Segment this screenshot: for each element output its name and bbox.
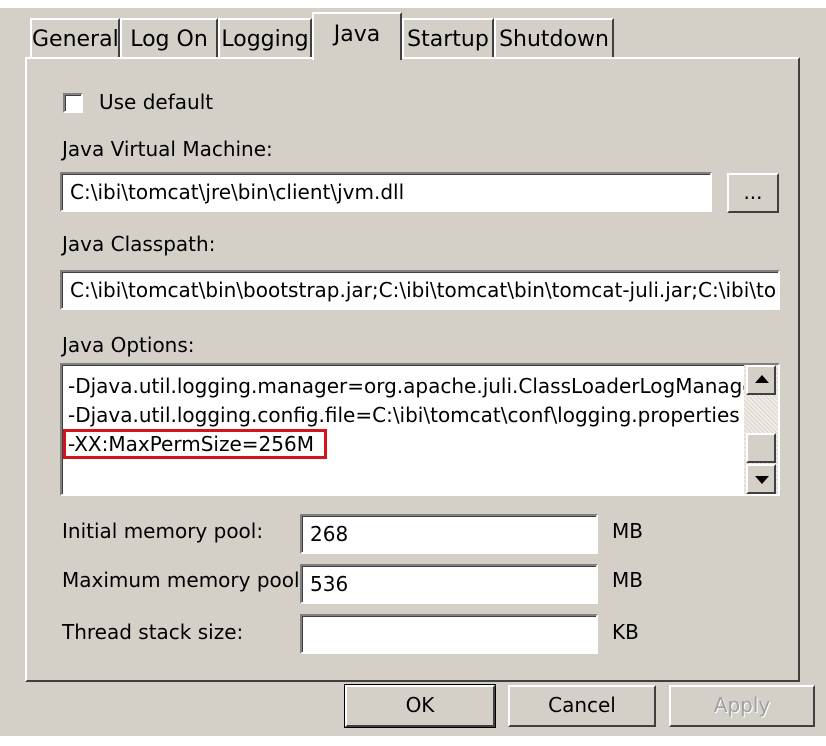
use-default-label[interactable]: Use default [99, 90, 213, 114]
classpath-field[interactable]: C:\ibi\tomcat\bin\bootstrap.jar;C:\ibi\t… [60, 270, 780, 310]
tab-logging[interactable]: Logging [218, 18, 312, 58]
java-option-line: -Djava.util.logging.config.file=C:\ibi\t… [68, 403, 740, 427]
tab-log-on[interactable]: Log On [120, 18, 218, 58]
cancel-button[interactable]: Cancel [508, 685, 656, 727]
apply-button[interactable]: Apply [669, 685, 815, 727]
java-options-scrollbar[interactable] [744, 365, 778, 494]
arrow-up-icon [755, 375, 769, 383]
tab-general[interactable]: General [30, 18, 120, 58]
tab-java-label: Java [333, 22, 381, 47]
ok-button[interactable]: OK [344, 684, 496, 728]
jvm-label: Java Virtual Machine: [62, 137, 273, 161]
tab-shutdown-label: Shutdown [499, 27, 609, 52]
tab-log-on-label: Log On [130, 27, 208, 52]
classpath-label: Java Classpath: [62, 232, 216, 256]
tab-shutdown[interactable]: Shutdown [494, 18, 614, 58]
cancel-label: Cancel [548, 693, 616, 717]
browse-jvm-button[interactable]: ... [727, 173, 779, 213]
apply-label: Apply [713, 693, 771, 717]
arrow-down-icon [755, 476, 769, 484]
ok-label: OK [405, 693, 435, 717]
thread-stack-field[interactable] [300, 614, 598, 654]
java-option-line: -Djava.util.logging.manager=org.apache.j… [68, 374, 761, 398]
maximum-memory-label: Maximum memory pool: [62, 568, 307, 592]
top-margin [0, 0, 826, 8]
maximum-memory-unit: MB [612, 568, 643, 592]
java-options-textarea[interactable]: -Djava.util.logging.manager=org.apache.j… [60, 363, 780, 496]
highlight-box [63, 429, 327, 459]
browse-jvm-label: ... [743, 180, 763, 204]
jvm-path-field[interactable]: C:\ibi\tomcat\jre\bin\client\jvm.dll [60, 172, 712, 212]
service-properties-dialog: General Log On Logging Java Startup Shut… [0, 0, 826, 746]
maximum-memory-field[interactable]: 536 [300, 564, 598, 604]
scroll-thumb[interactable] [746, 433, 776, 463]
thread-stack-label: Thread stack size: [62, 620, 244, 644]
tab-java[interactable]: Java [312, 12, 402, 60]
bottom-margin [0, 736, 826, 746]
initial-memory-field[interactable]: 268 [300, 514, 598, 554]
tab-startup[interactable]: Startup [402, 18, 494, 58]
initial-memory-unit: MB [612, 519, 643, 543]
tab-logging-label: Logging [221, 27, 309, 52]
tab-general-label: General [32, 27, 119, 52]
scroll-down-button[interactable] [746, 464, 776, 494]
use-default-checkbox[interactable] [63, 93, 83, 113]
java-options-label: Java Options: [62, 333, 195, 357]
scroll-up-button[interactable] [746, 365, 776, 395]
tab-startup-label: Startup [407, 27, 489, 52]
initial-memory-label: Initial memory pool: [62, 519, 264, 543]
thread-stack-unit: KB [612, 620, 639, 644]
